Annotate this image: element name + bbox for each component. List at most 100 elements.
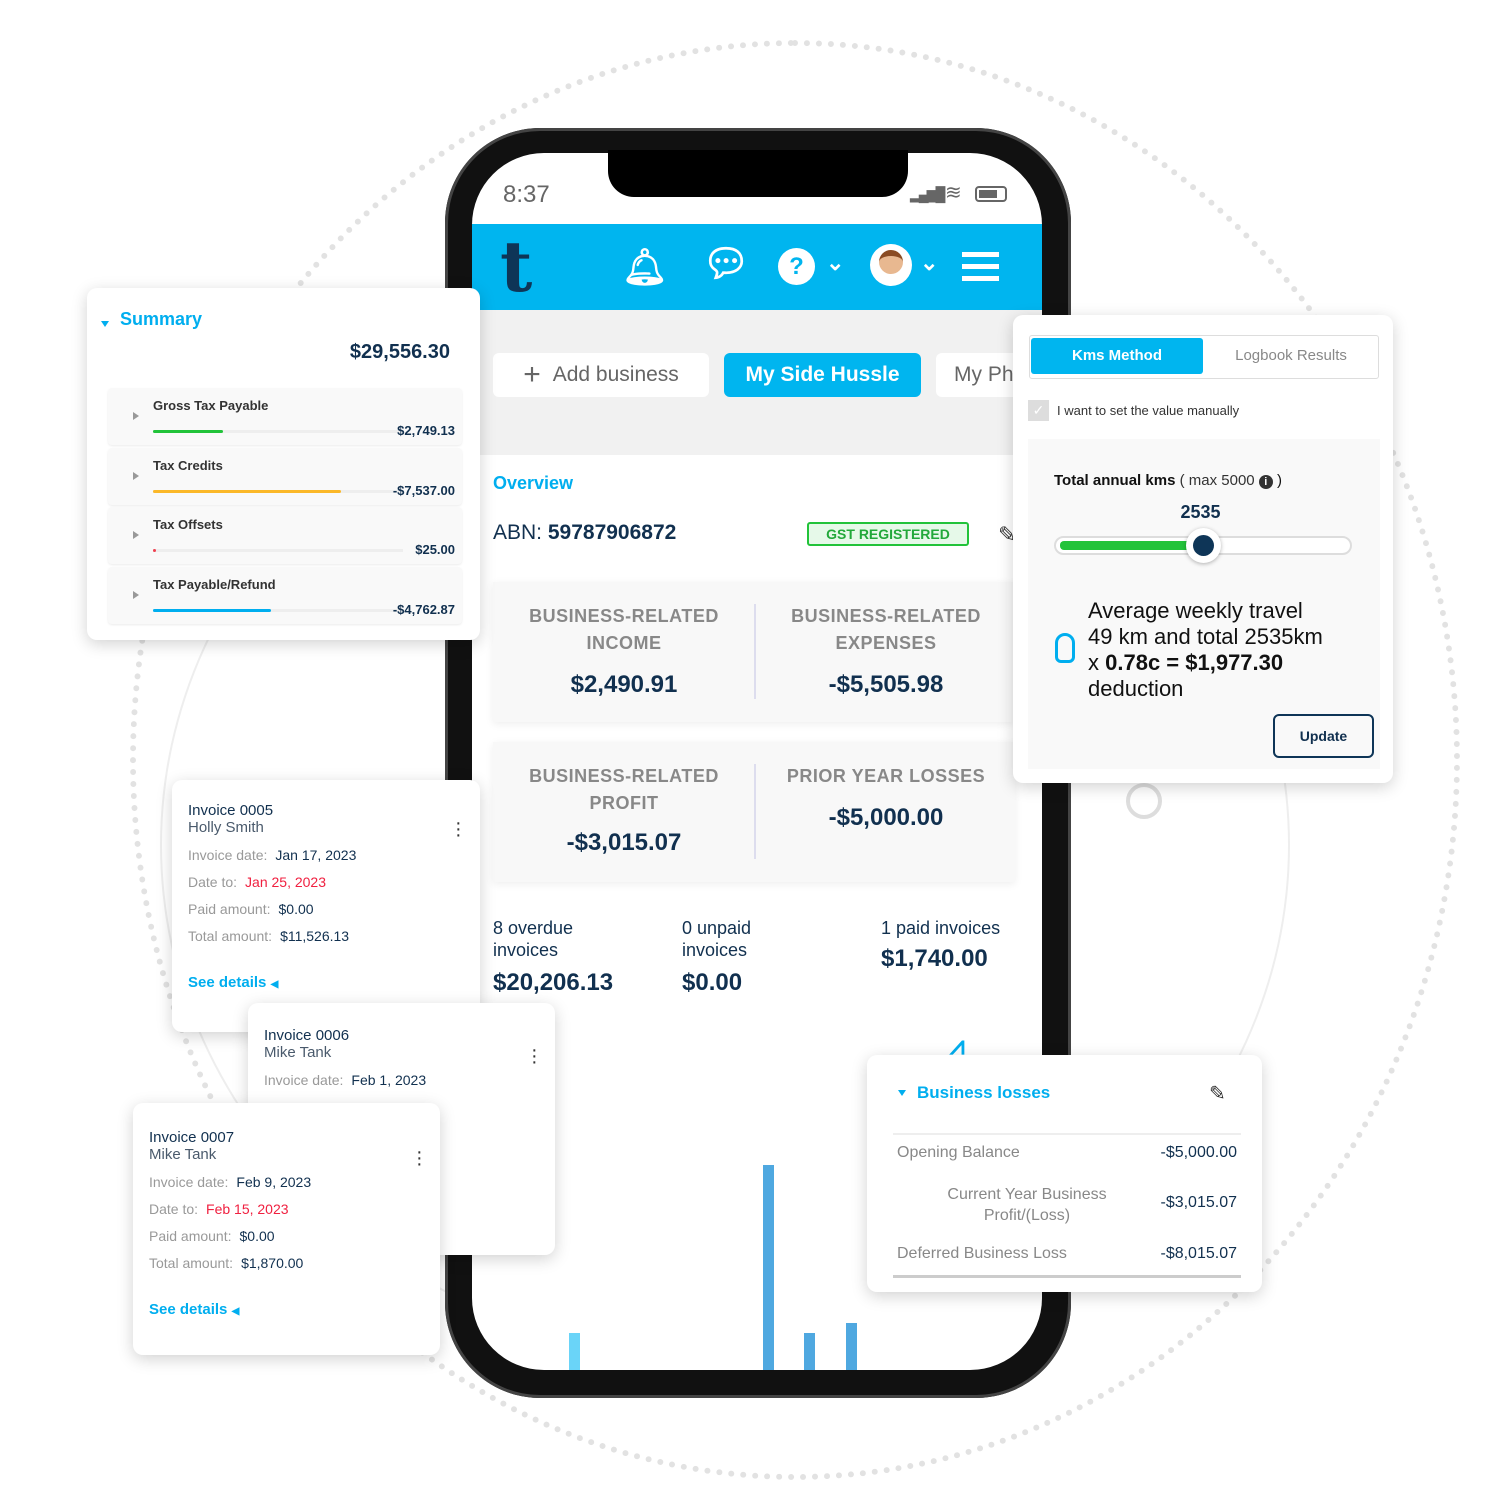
caret-right-icon [133,590,139,599]
signal-icon: ▂▄▆█ [910,186,945,202]
edit-icon[interactable]: ✎ [1209,1081,1226,1106]
abn: ABN: 59787906872 [493,521,676,545]
help-icon[interactable]: ? [778,248,815,285]
summary-row-label: Tax Credits [153,457,223,473]
summary-row-label: Tax Payable/Refund [153,576,276,592]
invoice-stat-value: $20,206.13 [493,969,614,996]
progress-track [153,608,403,612]
loss-value: -$5,000.00 [1160,1144,1237,1161]
kms-tip: Average weekly travel 49 km and total 25… [1088,598,1323,702]
divider [754,764,756,859]
add-business-label: Add business [552,363,679,386]
paid-invoices[interactable]: 1 paid invoices $1,740.00 [881,917,1041,973]
chart-bar [804,1333,815,1370]
divider [754,604,756,699]
kms-value: 2535 [1180,502,1221,522]
paid-amount: $0.00 [278,901,314,917]
divider [893,1275,1241,1278]
business-losses-title[interactable]: Business losses [917,1083,1050,1103]
invoice-title: Invoice 0007 [149,1129,235,1146]
caret-down-icon[interactable] [898,1090,906,1096]
more-options-icon[interactable]: · · · [416,1142,423,1174]
logo-icon[interactable]: t [500,232,532,302]
stat-label: BUSINESS-RELATED INCOME [529,606,719,653]
update-button[interactable]: Update [1273,714,1374,758]
unpaid-invoices[interactable]: 0 unpaid invoices $0.00 [682,917,792,997]
invoice-date: Feb 1, 2023 [351,1072,427,1088]
invoice-customer: Mike Tank [149,1146,217,1163]
stat-value: -$5,505.98 [828,671,944,698]
loss-label: Deferred Business Loss [897,1245,1067,1262]
loss-label: Current Year Business Profit/(Loss) [947,1186,1107,1224]
app-header: t 🔔︎ 💬︎ ? ⌄ ⌄ [472,224,1042,310]
date-to: Feb 15, 2023 [206,1201,289,1217]
paid-amount: $0.00 [239,1228,275,1244]
decorative-node [1126,783,1162,819]
field-label: Total amount: [149,1255,234,1271]
caret-right-icon [133,531,139,539]
chevron-down-icon[interactable]: ⌄ [826,250,844,276]
invoice-stat-label: 1 paid invoices [881,918,1001,938]
divider [893,1133,1241,1135]
summary-row[interactable]: Tax Payable/Refund -$4,762.87 [108,566,462,624]
wifi-icon: ≋ [945,182,962,204]
progress-track [153,549,403,552]
invoice-date: Feb 9, 2023 [236,1174,312,1190]
tab-kms-method[interactable]: Kms Method [1031,338,1203,374]
invoice-stat-label: 0 unpaid invoices [682,918,752,960]
tab-logbook-results[interactable]: Logbook Results [1205,338,1377,374]
tip-line: deduction [1088,676,1184,701]
tip-line: Average weekly travel [1088,598,1303,623]
more-options-icon[interactable]: · · · [455,813,462,845]
bell-icon[interactable]: 🔔︎ [622,246,668,288]
caret-down-icon[interactable] [101,321,109,327]
stat-label: BUSINESS-RELATED PROFIT [529,766,719,813]
progress-fill [153,549,156,552]
summary-row[interactable]: Gross Tax Payable $2,749.13 [108,388,462,445]
summary-title[interactable]: Summary [120,309,202,330]
tab-my-side-hussle[interactable]: My Side Hussle [724,353,921,397]
progress-fill [153,608,271,612]
add-business-button[interactable]: + Add business [493,353,709,397]
stat-value: -$5,000.00 [828,804,944,831]
overdue-invoices[interactable]: 8 overdue invoices $20,206.13 [493,917,633,997]
chevron-down-icon[interactable]: ⌄ [920,250,938,276]
loss-value: -$8,015.07 [1160,1245,1237,1262]
total-amount: $1,870.00 [241,1255,304,1271]
caret-right-icon [133,412,139,420]
invoice-title: Invoice 0005 [188,802,274,819]
field-label: Invoice date: [264,1072,344,1088]
stat-value: $2,490.91 [570,671,678,698]
more-options-icon[interactable]: · · · [531,1040,538,1072]
kms-slider[interactable] [1054,528,1352,563]
kms-label: Total annual kms ( max 5000 i ) [1054,472,1282,489]
see-details-label: See details [188,974,267,991]
manual-checkbox-label: I want to set the value manually [1057,403,1240,418]
avatar[interactable] [870,244,912,286]
date-to: Jan 25, 2023 [245,874,326,890]
invoice-card-0005: Invoice 0005 Holly Smith Invoice date: Ja… [172,780,480,1032]
slider-handle[interactable] [1186,528,1222,563]
caret-left-icon: ◀ [231,1306,240,1317]
plus-icon: + [523,358,541,391]
info-icon[interactable]: i [1258,475,1273,489]
abn-label: ABN: [493,521,543,544]
summary-row[interactable]: Tax Credits -$7,537.00 [108,447,462,505]
menu-icon[interactable] [962,252,999,281]
battery-icon [975,186,1007,202]
summary-row-value: $2,749.13 [397,423,455,438]
summary-row[interactable]: Tax Offsets $25.00 [108,507,462,564]
slider-fill [1060,541,1204,550]
invoice-stat-label: 8 overdue invoices [493,918,574,960]
field-label: Total amount: [188,928,273,944]
manual-checkbox[interactable]: ✓ [1028,400,1049,421]
summary-row-label: Tax Offsets [153,517,223,532]
see-details-link[interactable]: See details ◀ [188,974,464,991]
field-label: Paid amount: [149,1228,232,1244]
see-details-link[interactable]: See details ◀ [149,1301,424,1318]
progress-track [153,430,403,433]
chart-bar [846,1322,857,1370]
invoice-stat-value: $0.00 [682,969,743,996]
chat-icon[interactable]: 💬︎ [702,242,750,286]
kms-label-max: ( max 5000 [1179,472,1255,489]
